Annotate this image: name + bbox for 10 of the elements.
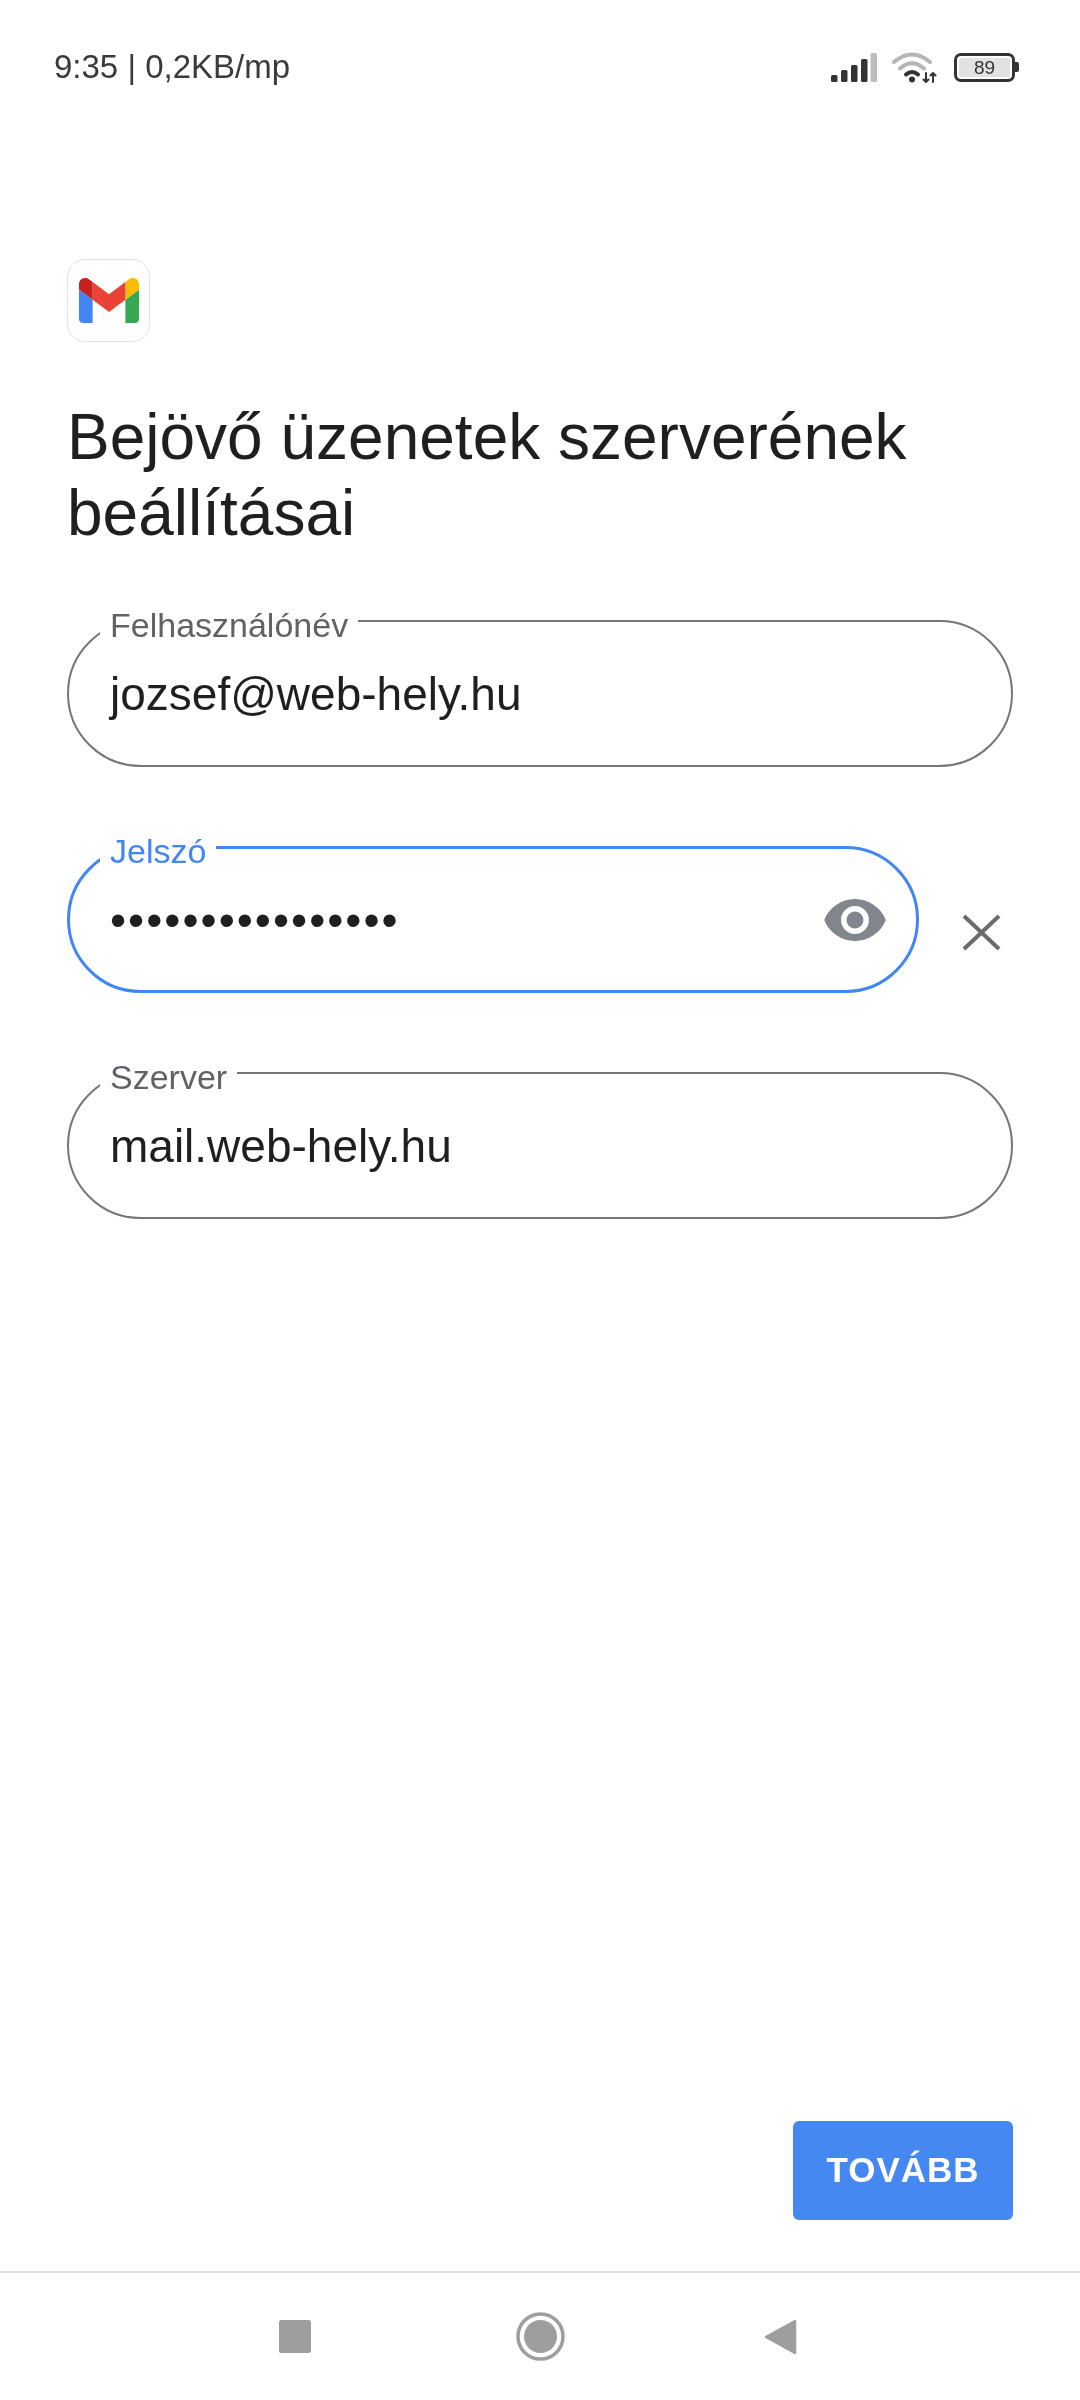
- eye-icon[interactable]: [824, 898, 886, 941]
- signal-icon: [831, 52, 877, 82]
- close-icon[interactable]: [962, 914, 1001, 951]
- wifi-icon: [891, 51, 937, 83]
- back-icon[interactable]: [764, 2318, 797, 2355]
- status-text: 9:35 | 0,2KB/mp: [54, 47, 291, 87]
- app-logo-icon: [67, 259, 150, 342]
- battery-indicator: 89: [954, 52, 1019, 82]
- page-title: Bejövő üzenetek szerverének beállításai: [67, 400, 908, 551]
- circle-icon[interactable]: [516, 2312, 565, 2361]
